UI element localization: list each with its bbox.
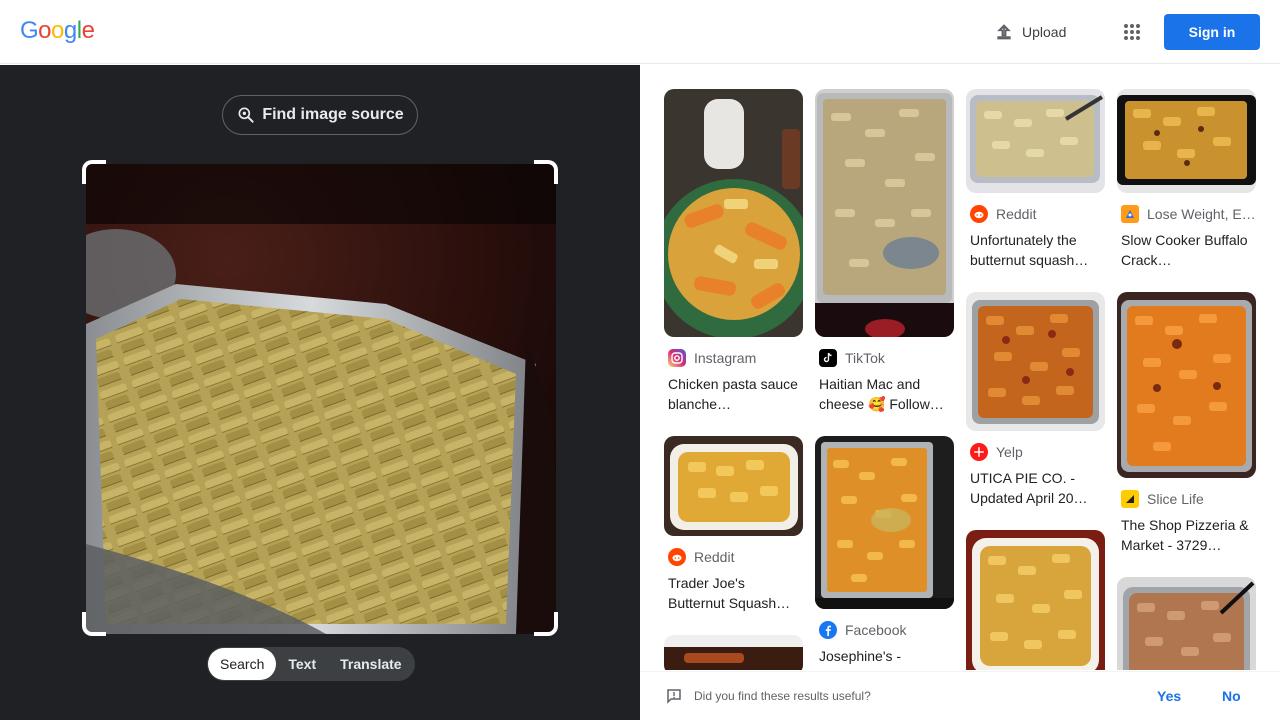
result-source[interactable]: Facebook (815, 621, 954, 639)
result-source-name: Yelp (996, 444, 1023, 460)
header: Google Upload Sign in (0, 0, 1280, 64)
upload-icon (997, 24, 1011, 40)
result-card[interactable] (966, 530, 1105, 670)
google-logo[interactable]: Google (20, 17, 95, 45)
find-image-source-label: Find image source (262, 106, 404, 123)
result-source[interactable]: Lose Weight, E… (1117, 205, 1256, 223)
result-card[interactable] (1117, 577, 1256, 670)
result-source[interactable]: Reddit (664, 548, 803, 566)
result-source-name: Facebook (845, 622, 907, 638)
sign-in-button[interactable]: Sign in (1164, 14, 1260, 50)
result-thumbnail[interactable] (966, 89, 1105, 193)
results-panel: Instagram Chicken pasta sauce blanche… R… (640, 65, 1280, 670)
crop-corner-bottom-right[interactable] (534, 612, 558, 636)
logo-letter: o (51, 17, 64, 44)
result-thumbnail[interactable] (664, 635, 803, 670)
mode-selector: Search Text Translate (207, 647, 415, 681)
lens-search-icon (238, 107, 254, 123)
result-title[interactable]: Haitian Mac and cheese 🥰 Follow… (815, 374, 954, 414)
logo-letter: e (81, 17, 95, 44)
result-thumbnail[interactable] (966, 530, 1105, 670)
logo-letter: o (38, 17, 52, 44)
image-panel: Find image source Search Text Translate (0, 65, 640, 720)
feedback-question: Did you find these results useful? (694, 689, 871, 703)
results-column: Instagram Chicken pasta sauce blanche… R… (664, 89, 803, 670)
result-thumbnail[interactable] (1117, 89, 1256, 193)
result-source-name: Reddit (694, 549, 735, 565)
logo-letter: G (20, 17, 39, 44)
result-card[interactable]: Facebook Josephine's - (815, 436, 954, 666)
result-source-name: TikTok (845, 350, 885, 366)
result-thumbnail[interactable] (815, 89, 954, 337)
results-column: Lose Weight, E… Slow Cooker Buffalo Crac… (1117, 89, 1256, 670)
upload-button[interactable]: Upload (984, 14, 1076, 50)
result-title[interactable]: Chicken pasta sauce blanche… (664, 374, 803, 414)
mode-text-tab[interactable]: Text (276, 648, 328, 680)
result-title[interactable]: Trader Joe's Butternut Squash… (664, 573, 803, 613)
result-card[interactable]: Lose Weight, E… Slow Cooker Buffalo Crac… (1117, 89, 1256, 270)
results-column: Reddit Unfortunately the butternut squas… (966, 89, 1105, 670)
mode-translate-tab[interactable]: Translate (328, 648, 413, 680)
find-image-source-button[interactable]: Find image source (222, 95, 418, 135)
result-card[interactable]: Slice Life The Shop Pizzeria & Market - … (1117, 292, 1256, 555)
result-thumbnail[interactable] (1117, 292, 1256, 478)
result-thumbnail[interactable] (664, 436, 803, 536)
result-source[interactable]: Slice Life (1117, 490, 1256, 508)
result-thumbnail[interactable] (664, 89, 803, 337)
upload-label: Upload (1022, 24, 1067, 40)
yelp-icon (970, 443, 988, 461)
slice-icon (1121, 490, 1139, 508)
result-thumbnail[interactable] (815, 436, 954, 609)
apps-grid-icon (1124, 24, 1140, 40)
result-card[interactable]: TikTok Haitian Mac and cheese 🥰 Follow… (815, 89, 954, 414)
result-card[interactable]: Instagram Chicken pasta sauce blanche… (664, 89, 803, 414)
result-thumbnail[interactable] (1117, 577, 1256, 670)
reddit-icon (970, 205, 988, 223)
result-source[interactable]: TikTok (815, 349, 954, 367)
loseit-icon (1121, 205, 1139, 223)
feedback-yes-button[interactable]: Yes (1157, 688, 1181, 704)
result-title[interactable]: The Shop Pizzeria & Market - 3729… (1117, 515, 1256, 555)
instagram-icon (668, 349, 686, 367)
crop-corner-top-right[interactable] (534, 160, 558, 184)
result-title[interactable]: UTICA PIE CO. - Updated April 20… (966, 468, 1105, 508)
result-source-name: Instagram (694, 350, 757, 366)
mode-search-tab[interactable]: Search (208, 648, 277, 680)
result-title[interactable]: Unfortunately the butternut squash… (966, 230, 1105, 270)
result-source[interactable]: Reddit (966, 205, 1105, 223)
result-card[interactable]: Reddit Unfortunately the butternut squas… (966, 89, 1105, 270)
facebook-icon (819, 621, 837, 639)
feedback-icon (667, 689, 681, 704)
crop-corner-bottom-left[interactable] (82, 612, 106, 636)
result-card[interactable] (664, 635, 803, 670)
results-column: TikTok Haitian Mac and cheese 🥰 Follow… … (815, 89, 954, 670)
tiktok-icon (819, 349, 837, 367)
result-thumbnail[interactable] (966, 292, 1105, 431)
reddit-icon (668, 548, 686, 566)
result-card[interactable]: Reddit Trader Joe's Butternut Squash… (664, 436, 803, 613)
result-source-name: Reddit (996, 206, 1037, 222)
result-card[interactable]: Yelp UTICA PIE CO. - Updated April 20… (966, 292, 1105, 508)
result-source-name: Slice Life (1147, 491, 1204, 507)
google-apps-button[interactable] (1114, 14, 1150, 50)
crop-corner-top-left[interactable] (82, 160, 106, 184)
result-source[interactable]: Yelp (966, 443, 1105, 461)
result-source[interactable]: Instagram (664, 349, 803, 367)
feedback-no-button[interactable]: No (1222, 688, 1241, 704)
logo-letter: g (63, 17, 77, 44)
result-title[interactable]: Josephine's - (815, 646, 954, 666)
result-source-name: Lose Weight, E… (1147, 206, 1256, 222)
feedback-bar: Did you find these results useful? Yes N… (640, 671, 1280, 720)
result-title[interactable]: Slow Cooker Buffalo Crack… (1117, 230, 1256, 270)
query-image[interactable] (86, 164, 556, 634)
